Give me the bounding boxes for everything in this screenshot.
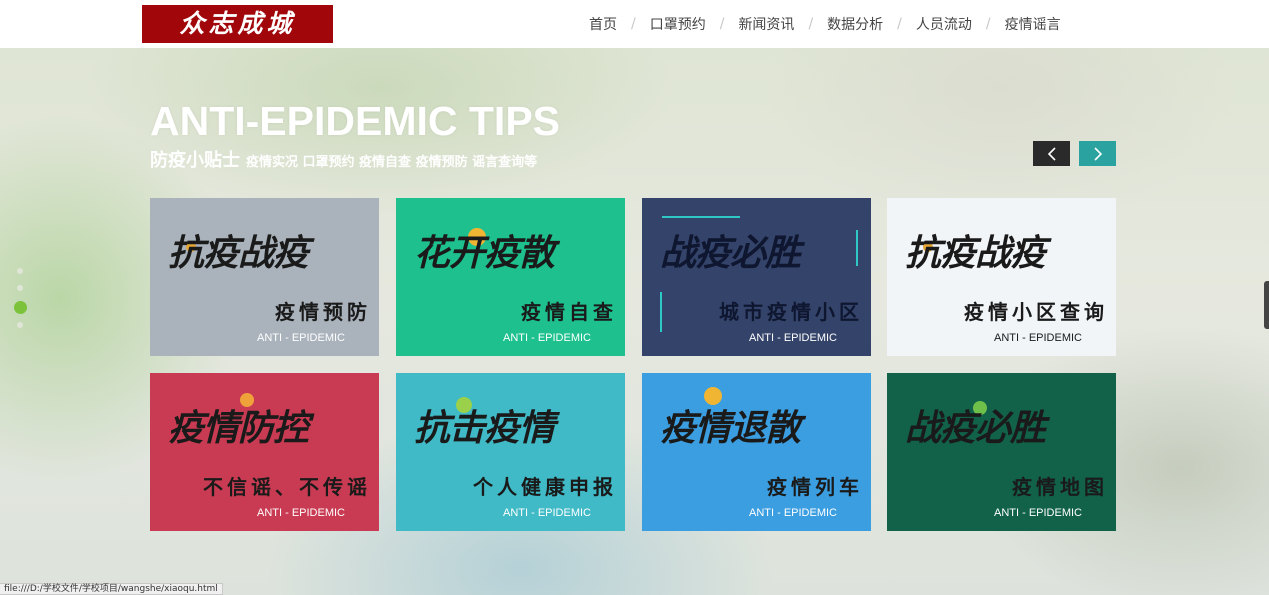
nav-separator: / (808, 16, 814, 32)
nav-separator: / (719, 16, 725, 32)
card-epidemic-map[interactable]: 战疫必胜 疫情地图 ANTI - EPIDEMIC (887, 373, 1116, 531)
nav-separator: / (897, 16, 902, 32)
nav-item-population-flow[interactable]: 人员流动 (916, 14, 972, 34)
card-title: 抗击疫情 (414, 407, 555, 449)
card-subtitle: 疫情预防 (275, 300, 371, 324)
carousel-next-button[interactable] (1079, 141, 1116, 166)
card-prevention[interactable]: 抗疫战疫 疫情预防 ANTI - EPIDEMIC (150, 198, 379, 356)
card-subtitle: 城市疫情小区 (719, 300, 863, 324)
main-nav: 首页 / 口罩预约 / 新闻资讯 / 数据分析 / 人员流动 / 疫情谣言 (589, 0, 1061, 48)
card-city-community[interactable]: 战疫必胜 城市疫情小区 ANTI - EPIDEMIC (642, 198, 871, 356)
card-subtitle: 疫情地图 (1012, 475, 1108, 499)
carousel-prev-button[interactable] (1033, 141, 1070, 166)
divider-line (856, 230, 858, 266)
card-no-rumors[interactable]: 疫情防控 不信谣、不传谣 ANTI - EPIDEMIC (150, 373, 379, 531)
card-en-label: ANTI - EPIDEMIC (748, 507, 837, 519)
card-en-label: ANTI - EPIDEMIC (993, 332, 1082, 344)
card-subtitle: 疫情列车 (767, 475, 863, 499)
subtitle-tags: 疫情实况 口罩预约 疫情自查 疫情预防 谣言查询等 (246, 155, 538, 170)
slide-dot[interactable] (17, 322, 23, 328)
card-epidemic-train[interactable]: 疫情退散 疫情列车 ANTI - EPIDEMIC (642, 373, 871, 531)
card-title: 疫情防控 (168, 407, 309, 449)
card-health-report[interactable]: 抗击疫情 个人健康申报 ANTI - EPIDEMIC (396, 373, 625, 531)
card-subtitle: 疫情自查 (521, 300, 617, 324)
subtitle-main: 防疫小贴士 (150, 150, 240, 171)
nav-item-rumors[interactable]: 疫情谣言 (1005, 14, 1061, 34)
nav-separator: / (985, 16, 991, 32)
chevron-right-icon (1093, 147, 1102, 161)
card-title: 抗疫战疫 (168, 232, 309, 274)
card-title: 疫情退散 (660, 407, 801, 449)
logo[interactable]: 众志成城 (142, 5, 333, 43)
card-community-search[interactable]: 抗疫战疫 疫情小区查询 ANTI - EPIDEMIC (887, 198, 1116, 356)
section-subtitle: 防疫小贴士 疫情实况 口罩预约 疫情自查 疫情预防 谣言查询等 (150, 146, 537, 172)
browser-status-bar: file:///D:/学校文件/学校项目/wangshe/xiaoqu.html (0, 583, 223, 595)
chevron-left-icon (1047, 147, 1056, 161)
section-title: ANTI-EPIDEMIC TIPS (150, 98, 561, 144)
header: 众志成城 首页 / 口罩预约 / 新闻资讯 / 数据分析 / 人员流动 / 疫情… (0, 0, 1269, 48)
card-title: 战疫必胜 (660, 232, 801, 274)
nav-separator: / (631, 16, 636, 32)
divider-line (662, 216, 740, 218)
slide-dot[interactable] (17, 285, 23, 291)
card-en-label: ANTI - EPIDEMIC (502, 507, 591, 519)
card-title: 花开疫散 (414, 232, 555, 274)
card-subtitle: 疫情小区查询 (964, 300, 1108, 324)
card-subtitle: 不信谣、不传谣 (203, 475, 371, 499)
divider-line (660, 292, 662, 332)
side-tab[interactable] (1264, 281, 1269, 329)
card-en-label: ANTI - EPIDEMIC (748, 332, 837, 344)
nav-item-data-analysis[interactable]: 数据分析 (827, 14, 883, 34)
card-en-label: ANTI - EPIDEMIC (502, 332, 591, 344)
card-en-label: ANTI - EPIDEMIC (256, 332, 345, 344)
nav-item-mask-booking[interactable]: 口罩预约 (650, 14, 706, 34)
card-title: 抗疫战疫 (905, 232, 1046, 274)
nav-item-news[interactable]: 新闻资讯 (738, 14, 794, 34)
card-subtitle: 个人健康申报 (473, 475, 617, 499)
slide-dot-active[interactable] (14, 301, 27, 314)
nav-item-home[interactable]: 首页 (589, 14, 617, 34)
card-en-label: ANTI - EPIDEMIC (256, 507, 345, 519)
slide-dot[interactable] (17, 268, 23, 274)
card-en-label: ANTI - EPIDEMIC (993, 507, 1082, 519)
card-self-check[interactable]: 花开疫散 疫情自查 ANTI - EPIDEMIC (396, 198, 625, 356)
card-title: 战疫必胜 (905, 407, 1046, 449)
